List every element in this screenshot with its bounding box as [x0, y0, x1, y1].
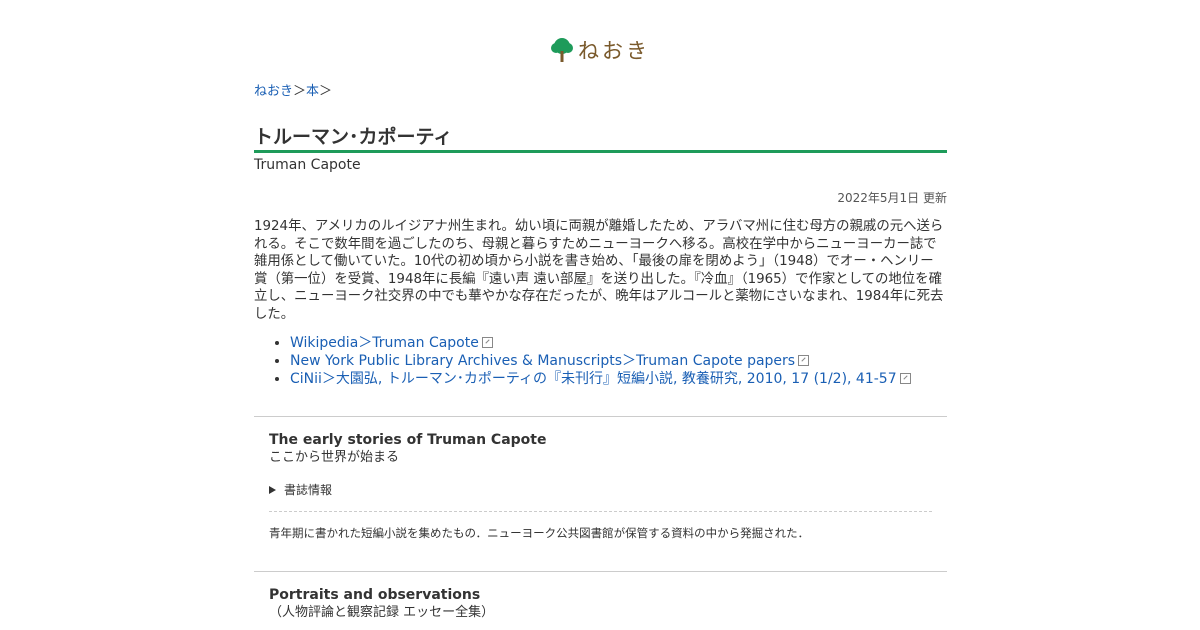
breadcrumb-separator: ＞	[319, 84, 333, 99]
dashed-divider	[269, 511, 932, 512]
section-divider	[254, 571, 947, 572]
external-link-icon	[899, 372, 911, 384]
author-biography: 1924年、アメリカのルイジアナ州生まれ。幼い頃に両親が離婚したため、アラバマ州…	[254, 219, 944, 322]
book-entry: Portraits and observations （人物評論と観察記録 エッ…	[269, 587, 932, 621]
breadcrumb-home-link[interactable]: ねおき	[254, 84, 293, 99]
bibliographic-info-label: 書誌情報	[284, 483, 333, 497]
title-underline	[254, 150, 947, 153]
disclosure-triangle-icon	[269, 485, 276, 494]
book-subtitle: （人物評論と観察記録 エッセー全集）	[269, 605, 495, 620]
book-description: 青年期に書かれた短編小説を集めたもの．ニューヨーク公共図書館が保管する資料の中か…	[269, 526, 810, 540]
breadcrumb: ねおき＞本＞	[254, 80, 332, 99]
book-entry: The early stories of Truman Capote ここから世…	[269, 432, 932, 466]
nypl-link[interactable]: New York Public Library Archives & Manus…	[290, 353, 795, 369]
book-subtitle: ここから世界が始まる	[269, 450, 400, 465]
book-title: Portraits and observations	[269, 587, 481, 603]
book-title: The early stories of Truman Capote	[269, 432, 547, 448]
wikipedia-link[interactable]: Wikipedia＞Truman Capote	[290, 335, 479, 351]
list-item: New York Public Library Archives & Manus…	[290, 352, 911, 370]
external-links: Wikipedia＞Truman Capote New York Public …	[254, 334, 911, 388]
list-item: CiNii＞大園弘, トルーマン･カポーティの『未刊行』短編小説, 教養研究, …	[290, 370, 911, 388]
bibliographic-info-toggle[interactable]: 書誌情報	[269, 481, 332, 498]
page-title: トルーマン･カポーティ	[254, 126, 453, 148]
list-item: Wikipedia＞Truman Capote	[290, 334, 911, 352]
site-name: ねおき	[578, 39, 650, 63]
section-divider	[254, 416, 947, 417]
external-link-icon	[481, 336, 493, 348]
updated-date: 2022年5月1日 更新	[837, 191, 947, 205]
site-logo[interactable]: ねおき	[551, 36, 650, 64]
page: ねおき ねおき＞本＞ トルーマン･カポーティ Truman Capote 202…	[0, 0, 1200, 630]
breadcrumb-section-link[interactable]: 本	[306, 84, 319, 99]
tree-icon	[551, 38, 573, 62]
breadcrumb-separator: ＞	[293, 84, 307, 99]
cinii-link[interactable]: CiNii＞大園弘, トルーマン･カポーティの『未刊行』短編小説, 教養研究, …	[290, 371, 897, 387]
external-link-icon	[798, 354, 810, 366]
page-subtitle: Truman Capote	[254, 157, 361, 173]
